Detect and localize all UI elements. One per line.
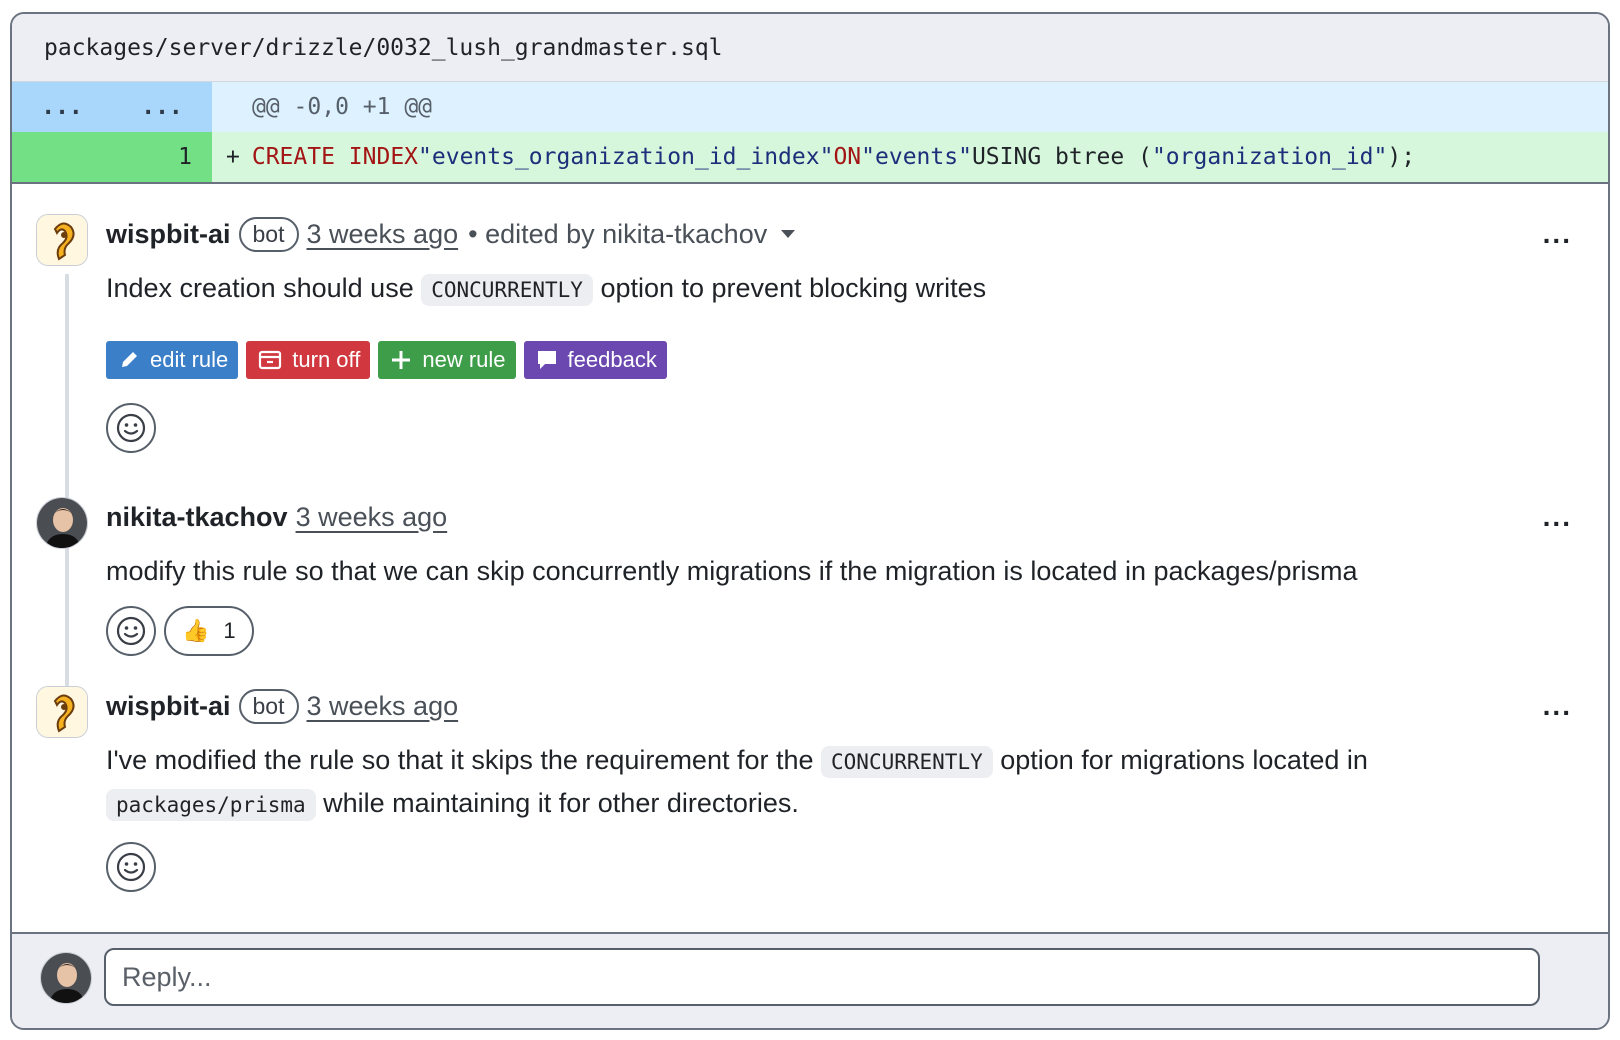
- body-text-part: option to prevent blocking writes: [593, 273, 986, 303]
- bot-badge: bot: [239, 217, 299, 252]
- body-text-part: while maintaining it for other directori…: [316, 788, 799, 818]
- wispbit-logo-icon: [37, 687, 88, 738]
- inline-code: packages/prisma: [106, 789, 316, 821]
- bot-avatar[interactable]: [36, 214, 88, 266]
- thumbs-up-icon: 👍: [182, 618, 209, 644]
- turn-off-label: turn off: [292, 347, 360, 373]
- edit-rule-button[interactable]: edit rule: [106, 341, 238, 379]
- user-photo-icon: [41, 953, 92, 1004]
- added-line-number-cell[interactable]: 1: [12, 132, 212, 182]
- sql-end: );: [1387, 144, 1415, 170]
- rule-action-buttons: edit rule turn off new rule feedback: [106, 341, 1608, 379]
- added-line-code: + CREATE INDEX "events_organization_id_in…: [212, 132, 1608, 182]
- comment-1: wispbit-ai bot 3 weeks ago • edited by n…: [36, 214, 1608, 453]
- diff-divider: [12, 182, 1608, 184]
- turn-off-button[interactable]: turn off: [246, 341, 370, 379]
- edit-rule-label: edit rule: [150, 347, 228, 373]
- new-rule-label: new rule: [422, 347, 505, 373]
- sql-keyword-create-index: CREATE INDEX: [252, 144, 418, 170]
- bot-badge: bot: [239, 689, 299, 724]
- smiley-icon: [115, 615, 147, 647]
- plus-icon: [390, 349, 412, 371]
- file-path[interactable]: packages/server/drizzle/0032_lush_grandm…: [44, 35, 723, 61]
- comment-1-meta: wispbit-ai bot 3 weeks ago • edited by n…: [106, 214, 1608, 254]
- comment-2-meta: nikita-tkachov 3 weeks ago ...: [106, 497, 1608, 537]
- current-user-avatar: [40, 952, 92, 1004]
- comment-1-reactions: [106, 403, 1608, 453]
- more-options-icon[interactable]: ...: [1543, 501, 1572, 533]
- new-rule-button[interactable]: new rule: [378, 341, 515, 379]
- hunk-old-expand[interactable]: ...: [12, 94, 112, 120]
- comment-2-reactions: 👍 1: [106, 606, 1608, 656]
- comment-1-body: Index creation should use CONCURRENTLY o…: [106, 268, 1608, 311]
- comment-author[interactable]: nikita-tkachov: [106, 502, 288, 533]
- comment-2: nikita-tkachov 3 weeks ago ... modify th…: [36, 497, 1608, 656]
- comment-3-meta: wispbit-ai bot 3 weeks ago ...: [106, 686, 1608, 726]
- bot-avatar[interactable]: [36, 686, 88, 738]
- sql-using-btree: USING btree (: [972, 144, 1152, 170]
- sql-column-name: "organization_id": [1152, 144, 1387, 170]
- user-photo-icon: [37, 498, 88, 549]
- body-text-part: option for migrations located in: [993, 745, 1368, 775]
- reply-bar: [12, 932, 1608, 1028]
- added-marker: +: [226, 144, 240, 170]
- comment-timestamp[interactable]: 3 weeks ago: [307, 219, 459, 250]
- comment-timestamp[interactable]: 3 weeks ago: [307, 691, 459, 722]
- speech-bubble-icon: [536, 349, 558, 371]
- edited-by-label[interactable]: • edited by nikita-tkachov: [468, 219, 767, 250]
- inline-code: CONCURRENTLY: [421, 274, 593, 306]
- add-reaction-button[interactable]: [106, 606, 156, 656]
- hunk-header: @@ -0,0 +1 @@: [212, 82, 1608, 132]
- add-reaction-button[interactable]: [106, 842, 156, 892]
- thumbs-up-reaction[interactable]: 👍 1: [164, 606, 254, 656]
- reaction-count: 1: [223, 618, 235, 644]
- body-text-part: I've modified the rule so that it skips …: [106, 745, 821, 775]
- more-options-icon[interactable]: ...: [1543, 218, 1572, 250]
- reply-input[interactable]: [104, 948, 1540, 1006]
- file-path-header: packages/server/drizzle/0032_lush_grandm…: [12, 14, 1608, 82]
- added-line-number: 1: [12, 144, 192, 170]
- diff-added-row: 1 + CREATE INDEX "events_organization_id_…: [12, 132, 1608, 182]
- user-avatar[interactable]: [36, 497, 88, 549]
- comment-author[interactable]: wispbit-ai: [106, 691, 231, 722]
- comment-3: wispbit-ai bot 3 weeks ago ... I've modi…: [36, 686, 1608, 892]
- pencil-icon: [118, 349, 140, 371]
- comment-3-body: I've modified the rule so that it skips …: [106, 740, 1506, 826]
- sql-keyword-on: ON: [833, 144, 861, 170]
- edit-history-dropdown-icon[interactable]: [781, 230, 795, 238]
- feedback-label: feedback: [568, 347, 657, 373]
- comment-thread: wispbit-ai bot 3 weeks ago • edited by n…: [12, 214, 1608, 892]
- comment-2-body: modify this rule so that we can skip con…: [106, 551, 1608, 592]
- sql-table-name: "events": [861, 144, 972, 170]
- sql-index-name: "events_organization_id_index": [418, 144, 833, 170]
- diff-hunk-row: ... ... @@ -0,0 +1 @@: [12, 82, 1608, 132]
- hunk-line-numbers[interactable]: ... ...: [12, 82, 212, 132]
- hunk-new-expand[interactable]: ...: [112, 94, 212, 120]
- review-thread-card: packages/server/drizzle/0032_lush_grandm…: [10, 12, 1610, 1030]
- comment-author[interactable]: wispbit-ai: [106, 219, 231, 250]
- comment-timestamp[interactable]: 3 weeks ago: [296, 502, 448, 533]
- body-text-part: Index creation should use: [106, 273, 421, 303]
- add-reaction-button[interactable]: [106, 403, 156, 453]
- archive-box-icon: [258, 349, 282, 371]
- feedback-button[interactable]: feedback: [524, 341, 667, 379]
- more-options-icon[interactable]: ...: [1543, 690, 1572, 722]
- wispbit-logo-icon: [37, 215, 88, 266]
- inline-code: CONCURRENTLY: [821, 746, 993, 778]
- smiley-icon: [115, 412, 147, 444]
- smiley-icon: [115, 851, 147, 883]
- comment-3-reactions: [106, 842, 1608, 892]
